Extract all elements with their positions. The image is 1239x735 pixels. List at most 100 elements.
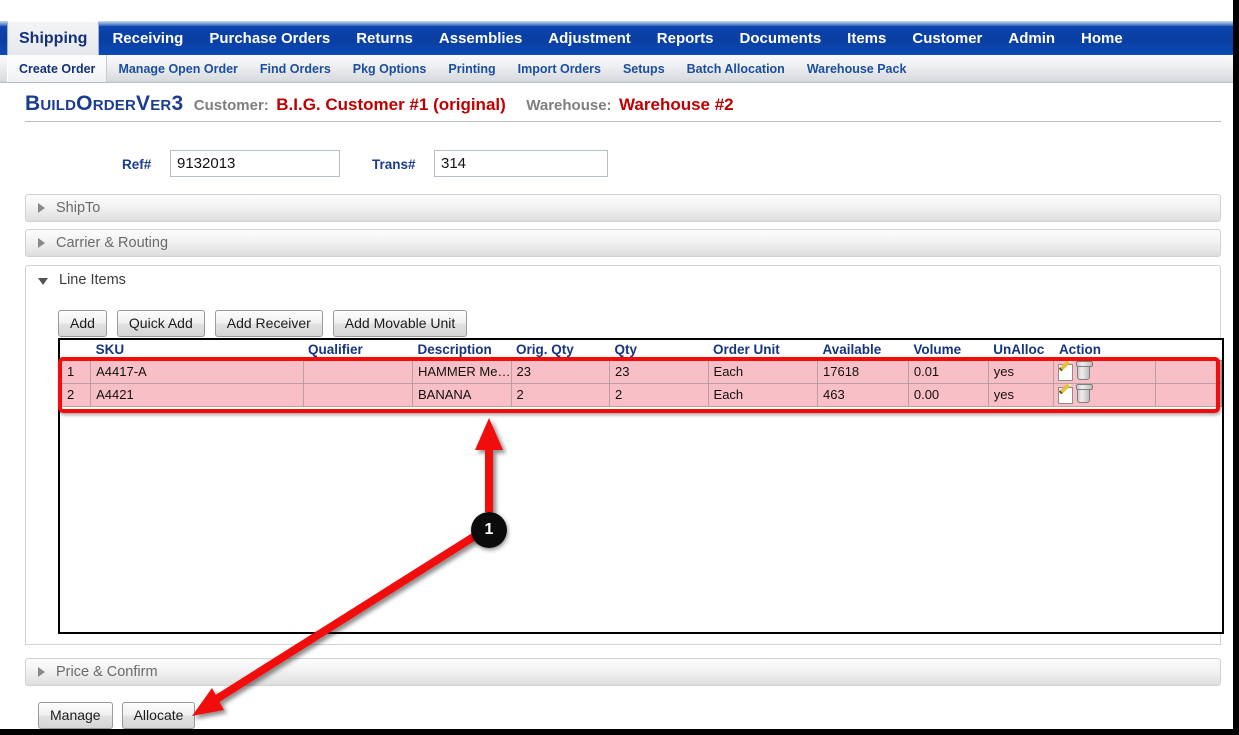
col-description[interactable]: Description <box>412 340 511 361</box>
col-volume[interactable]: Volume <box>908 340 989 361</box>
add-receiver-button[interactable]: Add Receiver <box>214 310 323 337</box>
nav-tab-documents[interactable]: Documents <box>726 21 834 55</box>
nav-tab-customer[interactable]: Customer <box>899 21 995 55</box>
table-header-row: SKU Qualifier Description Orig. Qty Qty … <box>60 340 1222 361</box>
ref-label: Ref# <box>122 157 152 172</box>
nav-tab-home[interactable]: Home <box>1068 21 1136 55</box>
sub-navigation-bar: Create Order Manage Open Order Find Orde… <box>0 55 1233 83</box>
manage-button[interactable]: Manage <box>38 702 113 729</box>
subnav-pkg-options[interactable]: Pkg Options <box>342 55 438 82</box>
nav-tab-home-label: Home <box>1081 29 1123 47</box>
allocate-button[interactable]: Allocate <box>121 702 196 729</box>
ref-input[interactable] <box>170 150 340 177</box>
section-shipto[interactable]: ShipTo <box>25 194 1221 222</box>
cell-order-unit: Each <box>708 360 819 384</box>
col-available[interactable]: Available <box>817 340 909 361</box>
page-title: BuildOrderVer3 <box>25 92 184 115</box>
cell-sku: A4421 <box>90 383 304 407</box>
subnav-find-orders-label: Find Orders <box>259 61 331 76</box>
cell-qty: 2 <box>609 383 709 407</box>
cell-index: 2 <box>60 383 92 407</box>
cell-unalloc: yes <box>988 360 1055 384</box>
subnav-find-orders[interactable]: Find Orders <box>249 55 342 82</box>
table-row[interactable]: 2 A4421 BANANA 2 2 Each 463 0.00 yes <box>60 383 1222 407</box>
section-carrier-routing[interactable]: Carrier & Routing <box>25 229 1221 257</box>
cell-description: BANANA <box>412 383 512 407</box>
section-line-items-label: Line Items <box>59 272 126 288</box>
section-shipto-label: ShipTo <box>56 200 101 216</box>
cell-volume: 0.01 <box>908 360 989 384</box>
col-qty[interactable]: Qty <box>609 340 709 361</box>
section-price-confirm[interactable]: Price & Confirm <box>25 658 1221 686</box>
nav-tab-admin[interactable]: Admin <box>995 21 1068 55</box>
customer-label: Customer: <box>193 97 269 114</box>
col-spacer <box>1155 340 1222 361</box>
subnav-import-orders-label: Import Orders <box>517 61 601 76</box>
subnav-batch-allocation[interactable]: Batch Allocation <box>676 55 796 82</box>
delete-icon[interactable] <box>1076 384 1094 404</box>
line-items-toolbar: Add Quick Add Add Receiver Add Movable U… <box>58 310 468 337</box>
subnav-warehouse-pack[interactable]: Warehouse Pack <box>796 55 918 82</box>
nav-tab-receiving[interactable]: Receiving <box>99 21 196 55</box>
col-unalloc[interactable]: UnAlloc <box>988 340 1054 361</box>
nav-tab-assemblies[interactable]: Assemblies <box>426 21 535 55</box>
nav-tab-reports-label: Reports <box>656 29 714 47</box>
nav-tab-purchase-orders[interactable]: Purchase Orders <box>196 21 343 55</box>
section-line-items-header[interactable]: Line Items <box>26 266 1220 294</box>
section-line-items: Line Items Add Quick Add Add Receiver Ad… <box>25 265 1224 645</box>
cell-sku: A4417-A <box>90 360 304 384</box>
nav-tab-reports[interactable]: Reports <box>644 21 727 55</box>
chevron-down-icon <box>38 277 48 285</box>
cell-orig-qty: 2 <box>511 383 611 407</box>
col-qualifier[interactable]: Qualifier <box>303 340 413 361</box>
edit-icon[interactable] <box>1058 386 1074 404</box>
subnav-create-order[interactable]: Create Order <box>7 55 108 82</box>
cell-volume: 0.00 <box>908 383 989 407</box>
delete-icon[interactable] <box>1076 361 1094 381</box>
cell-orig-qty: 23 <box>511 360 611 384</box>
col-order-unit[interactable]: Order Unit <box>708 340 818 361</box>
col-action: Action <box>1053 340 1156 361</box>
section-carrier-routing-label: Carrier & Routing <box>56 235 169 251</box>
col-sku[interactable]: SKU <box>90 340 304 361</box>
nav-tab-adjustment-label: Adjustment <box>548 29 631 47</box>
col-index <box>60 340 91 361</box>
trans-input[interactable] <box>434 150 608 177</box>
add-button[interactable]: Add <box>58 310 107 337</box>
reference-fields-row: Ref# Trans# <box>0 150 1233 182</box>
table-row[interactable]: 1 A4417-A HAMMER Mediu... 23 23 Each 176… <box>60 360 1222 384</box>
section-price-confirm-label: Price & Confirm <box>56 664 158 680</box>
chevron-right-icon <box>38 238 45 248</box>
nav-tab-adjustment[interactable]: Adjustment <box>535 21 644 55</box>
application-window: Shipping Receiving Purchase Orders Retur… <box>0 0 1239 735</box>
subnav-printing[interactable]: Printing <box>437 55 506 82</box>
col-orig-qty[interactable]: Orig. Qty <box>511 340 610 361</box>
page-header: BuildOrderVer3 Customer: B.I.G. Customer… <box>25 92 1221 122</box>
subnav-import-orders[interactable]: Import Orders <box>507 55 612 82</box>
subnav-printing-label: Printing <box>448 61 496 76</box>
nav-tab-returns[interactable]: Returns <box>343 21 426 55</box>
nav-tab-shipping[interactable]: Shipping <box>7 21 100 55</box>
subnav-warehouse-pack-label: Warehouse Pack <box>806 61 907 76</box>
cell-qualifier <box>303 383 413 407</box>
subnav-batch-allocation-label: Batch Allocation <box>686 61 785 76</box>
add-movable-unit-button[interactable]: Add Movable Unit <box>332 310 468 337</box>
footer-actions: Manage Allocate <box>38 702 196 729</box>
quick-add-button[interactable]: Quick Add <box>116 310 205 337</box>
subnav-manage-open-order[interactable]: Manage Open Order <box>107 55 248 82</box>
nav-tab-customer-label: Customer <box>912 29 983 47</box>
subnav-setups[interactable]: Setups <box>612 55 676 82</box>
cell-index: 1 <box>60 360 92 384</box>
cell-action <box>1053 383 1157 407</box>
main-navigation-bar: Shipping Receiving Purchase Orders Retur… <box>0 21 1233 55</box>
nav-tab-assemblies-label: Assemblies <box>438 29 523 47</box>
cell-available: 17618 <box>817 360 909 384</box>
subnav-setups-label: Setups <box>622 61 665 76</box>
cell-qty: 23 <box>609 360 709 384</box>
warehouse-label: Warehouse: <box>526 97 612 114</box>
edit-icon[interactable] <box>1058 363 1074 381</box>
nav-tab-items[interactable]: Items <box>834 21 899 55</box>
cell-available: 463 <box>817 383 909 407</box>
nav-tab-purchase-orders-label: Purchase Orders <box>209 29 331 47</box>
subnav-create-order-label: Create Order <box>19 61 96 76</box>
